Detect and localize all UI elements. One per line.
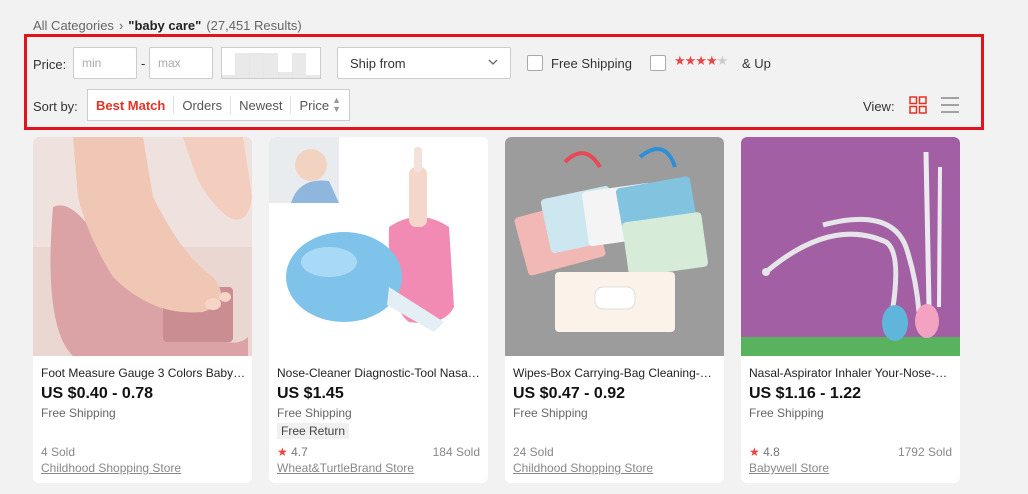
stars-filled: ★★★★ bbox=[674, 53, 718, 68]
sort-orders[interactable]: Orders bbox=[173, 96, 230, 114]
rating-value: 4.7 bbox=[291, 445, 308, 459]
product-shipping: Free Shipping bbox=[749, 406, 824, 420]
list-view-icon[interactable] bbox=[940, 96, 960, 114]
product-card[interactable]: Foot Measure Gauge 3 Colors Baby Kids In… bbox=[33, 137, 252, 483]
product-rating: ★ 4.8 bbox=[749, 445, 780, 459]
store-link[interactable]: Wheat&TurtleBrand Store bbox=[277, 461, 414, 475]
product-title[interactable]: Foot Measure Gauge 3 Colors Baby Kids In… bbox=[41, 366, 246, 380]
view-label: View: bbox=[863, 99, 895, 114]
star-icon: ★ bbox=[277, 445, 288, 459]
free-return-badge: Free Return bbox=[277, 423, 350, 439]
price-histogram-bar bbox=[291, 52, 306, 78]
price-min-input[interactable] bbox=[73, 47, 137, 79]
filter-panel: Price: - Ship from Free Shipping ★★★★★ &… bbox=[24, 34, 984, 130]
sort-price[interactable]: Price ▲ ▼ bbox=[290, 96, 349, 114]
breadcrumb-all-categories[interactable]: All Categories bbox=[33, 18, 114, 33]
price-range-dash: - bbox=[141, 56, 146, 71]
price-histogram-bar bbox=[263, 52, 278, 78]
rating-and-up-label: & Up bbox=[742, 56, 771, 71]
product-shipping: Free Shipping bbox=[41, 406, 116, 420]
product-sold-count: 1792 Sold bbox=[897, 445, 952, 459]
product-sold-count: 184 Sold bbox=[432, 445, 480, 459]
store-link[interactable]: Childhood Shopping Store bbox=[41, 461, 181, 475]
product-image-foot-measure[interactable] bbox=[33, 137, 252, 356]
sort-price-label: Price bbox=[299, 97, 330, 113]
product-shipping: Free Shipping bbox=[277, 406, 352, 420]
grid-view-icon[interactable] bbox=[909, 96, 927, 114]
breadcrumb-separator-icon: › bbox=[118, 18, 124, 33]
product-price: US $1.45 bbox=[277, 385, 344, 402]
price-range-histogram[interactable] bbox=[221, 47, 321, 79]
ship-from-label: Ship from bbox=[350, 55, 406, 71]
star-rating-icon: ★★★★★ bbox=[674, 53, 729, 69]
product-image-wipes-bag[interactable] bbox=[505, 137, 724, 356]
breadcrumb: All Categories › "baby care" (27,451 Res… bbox=[33, 18, 302, 33]
price-max-input[interactable] bbox=[149, 47, 213, 79]
rating-value: 4.8 bbox=[763, 445, 780, 459]
stars-empty: ★ bbox=[716, 53, 729, 68]
price-histogram-bar bbox=[222, 75, 236, 78]
product-shipping: Free Shipping bbox=[513, 406, 588, 420]
product-sold-count: 4 Sold bbox=[41, 445, 76, 459]
sort-arrows-icon: ▲ ▼ bbox=[332, 95, 341, 114]
ship-from-dropdown[interactable]: Ship from bbox=[337, 47, 511, 79]
product-card[interactable]: Nose-Cleaner Diagnostic-Tool Nasal Aspir… bbox=[269, 137, 488, 483]
search-query: "baby care" bbox=[128, 18, 202, 33]
price-label: Price: bbox=[33, 57, 67, 72]
result-count: (27,451 Results) bbox=[206, 18, 302, 33]
product-title[interactable]: Nasal-Aspirator Inhaler Your-Nose-Cleane… bbox=[749, 366, 954, 380]
chevron-down-icon bbox=[488, 59, 498, 65]
sort-best-match[interactable]: Best Match bbox=[88, 96, 173, 114]
star-icon: ★ bbox=[749, 445, 760, 459]
product-title[interactable]: Wipes-Box Carrying-Bag Cleaning-Wipes Ca… bbox=[513, 366, 718, 380]
price-histogram-bar bbox=[249, 52, 264, 78]
filter-row: Price: - Ship from Free Shipping ★★★★★ &… bbox=[27, 47, 981, 81]
price-histogram-bar bbox=[235, 52, 250, 78]
rating-filter-checkbox[interactable] bbox=[650, 55, 666, 71]
product-sold-count: 24 Sold bbox=[513, 445, 554, 459]
price-histogram-bar bbox=[305, 75, 320, 78]
product-price: US $0.40 - 0.78 bbox=[41, 385, 154, 402]
free-shipping-label[interactable]: Free Shipping bbox=[551, 56, 632, 71]
free-shipping-checkbox[interactable] bbox=[527, 55, 543, 71]
product-title[interactable]: Nose-Cleaner Diagnostic-Tool Nasal Aspir… bbox=[277, 366, 482, 380]
price-histogram-bar bbox=[277, 72, 292, 78]
sort-row: Sort by: Best Match Orders Newest Price … bbox=[27, 89, 981, 123]
product-card[interactable]: Nasal-Aspirator Inhaler Your-Nose-Cleane… bbox=[741, 137, 960, 483]
sort-label: Sort by: bbox=[33, 99, 78, 114]
product-image-nasal-aspirator[interactable] bbox=[741, 137, 960, 356]
product-price: US $1.16 - 1.22 bbox=[749, 385, 862, 402]
product-price: US $0.47 - 0.92 bbox=[513, 385, 626, 402]
product-image-nose-cleaner[interactable] bbox=[269, 137, 488, 356]
sort-options: Best Match Orders Newest Price ▲ ▼ bbox=[87, 89, 350, 121]
store-link[interactable]: Babywell Store bbox=[749, 461, 829, 475]
product-card[interactable]: Wipes-Box Carrying-Bag Cleaning-Wipes Ca… bbox=[505, 137, 724, 483]
product-rating: ★ 4.7 bbox=[277, 445, 308, 459]
store-link[interactable]: Childhood Shopping Store bbox=[513, 461, 653, 475]
sort-newest[interactable]: Newest bbox=[230, 96, 290, 114]
